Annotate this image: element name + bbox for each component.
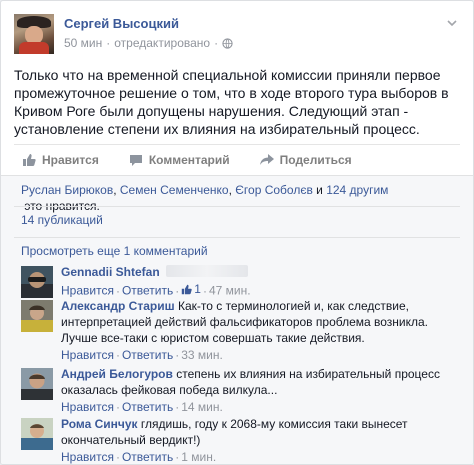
- meta-separator: ·: [106, 36, 111, 50]
- view-more-comments-link[interactable]: Просмотреть еще 1 комментарий: [21, 244, 208, 258]
- comment-time[interactable]: 14 мин.: [181, 400, 223, 414]
- post-meta: 50 мин · отредактировано ·: [64, 36, 233, 50]
- comment-reply-link[interactable]: Ответить: [122, 450, 173, 464]
- comment-time[interactable]: 47 мин.: [209, 284, 251, 298]
- like-label: Нравится: [42, 153, 99, 167]
- chevron-down-icon[interactable]: [445, 16, 459, 30]
- comment-body: Рома Синчук глядишь, году к 2068-му коми…: [61, 416, 461, 464]
- post-time[interactable]: 50 мин: [64, 36, 102, 50]
- comment-like-link[interactable]: Нравится: [61, 348, 114, 362]
- commenter-name[interactable]: Gennadii Shtefan: [61, 265, 160, 279]
- comment-item: Рома Синчук глядишь, году к 2068-му коми…: [21, 416, 461, 464]
- share-arrow-icon: [259, 154, 274, 165]
- commenter-name[interactable]: Андрей Белогуров: [61, 367, 173, 381]
- feedback-section: Руслан Бирюков, Семен Семенченко, Єгор С…: [1, 175, 473, 464]
- comment-meta: Нравится · Ответить · 1 · 47 мин.: [61, 281, 251, 298]
- comment-body: Андрей Белогуров степень их влияния на и…: [61, 366, 461, 415]
- globe-icon[interactable]: [222, 37, 233, 49]
- comment-label: Комментарий: [148, 153, 230, 167]
- comment-like-link[interactable]: Нравится: [61, 284, 114, 298]
- comment-reply-link[interactable]: Ответить: [122, 284, 173, 298]
- comment-item: Андрей Белогуров степень их влияния на и…: [21, 366, 461, 414]
- comment-meta: Нравится · Ответить · 1 мин.: [61, 450, 217, 464]
- edited-label[interactable]: отредактировано: [114, 36, 210, 50]
- meta-separator: ·: [214, 36, 219, 50]
- post-header: Сергей Высоцкий 50 мин · отредактировано…: [14, 14, 461, 58]
- likes-summary: Руслан Бирюков, Семен Семенченко, Єгор С…: [21, 183, 389, 213]
- divider: [14, 237, 460, 238]
- liker-name[interactable]: Руслан Бирюков: [21, 183, 113, 197]
- commenter-name[interactable]: Александр Стариш: [61, 299, 175, 313]
- comment-reply-link[interactable]: Ответить: [122, 400, 173, 414]
- comment-like-link[interactable]: Нравится: [61, 450, 114, 464]
- commenter-avatar[interactable]: [21, 368, 53, 400]
- comment-like-count[interactable]: 1: [181, 281, 201, 297]
- post-text: Только что на временной специальной коми…: [14, 67, 449, 137]
- comment-item: Александр Стариш Как-то с терминологией …: [21, 298, 461, 364]
- comment-meta: Нравится · Ответить · 14 мин.: [61, 400, 223, 414]
- share-button[interactable]: Поделиться: [259, 153, 352, 167]
- comment-meta: Нравится · Ответить · 33 мин.: [61, 348, 223, 362]
- comment-time[interactable]: 1 мин.: [181, 450, 216, 464]
- comment-body: Gennadii Shtefan Нравится · Ответить · 1 · 47 …: [61, 264, 461, 299]
- post-actions: Нравится Комментарий Поделиться: [14, 144, 460, 175]
- comment-button[interactable]: Комментарий: [129, 153, 230, 167]
- commenter-avatar[interactable]: [21, 266, 53, 298]
- commenter-avatar[interactable]: [21, 418, 53, 450]
- thumbs-up-icon: [23, 154, 36, 166]
- author-avatar[interactable]: [14, 14, 54, 54]
- commenter-avatar[interactable]: [21, 300, 53, 332]
- share-label: Поделиться: [279, 153, 352, 167]
- comment-like-link[interactable]: Нравится: [61, 400, 114, 414]
- liker-name[interactable]: Семен Семенченко: [120, 183, 229, 197]
- divider: [14, 206, 460, 207]
- likers-others-link[interactable]: 124 другим: [326, 183, 388, 197]
- speech-bubble-icon: [129, 155, 142, 166]
- thumbs-up-icon: [182, 284, 192, 294]
- comment-item: Gennadii Shtefan Нравится · Ответить · 1 · 47 …: [21, 264, 461, 298]
- comment-time[interactable]: 33 мин.: [181, 348, 223, 362]
- author-name[interactable]: Сергей Высоцкий: [64, 16, 179, 31]
- shares-link[interactable]: 14 публикаций: [21, 213, 103, 227]
- comment-reply-link[interactable]: Ответить: [122, 348, 173, 362]
- liker-name[interactable]: Єгор Соболєв: [235, 183, 313, 197]
- comment-body: Александр Стариш Как-то с терминологией …: [61, 298, 461, 363]
- like-button[interactable]: Нравится: [22, 153, 99, 167]
- post-card: Сергей Высоцкий 50 мин · отредактировано…: [0, 0, 474, 465]
- commenter-name[interactable]: Рома Синчук: [61, 417, 138, 431]
- redacted-comment-text: [165, 265, 248, 277]
